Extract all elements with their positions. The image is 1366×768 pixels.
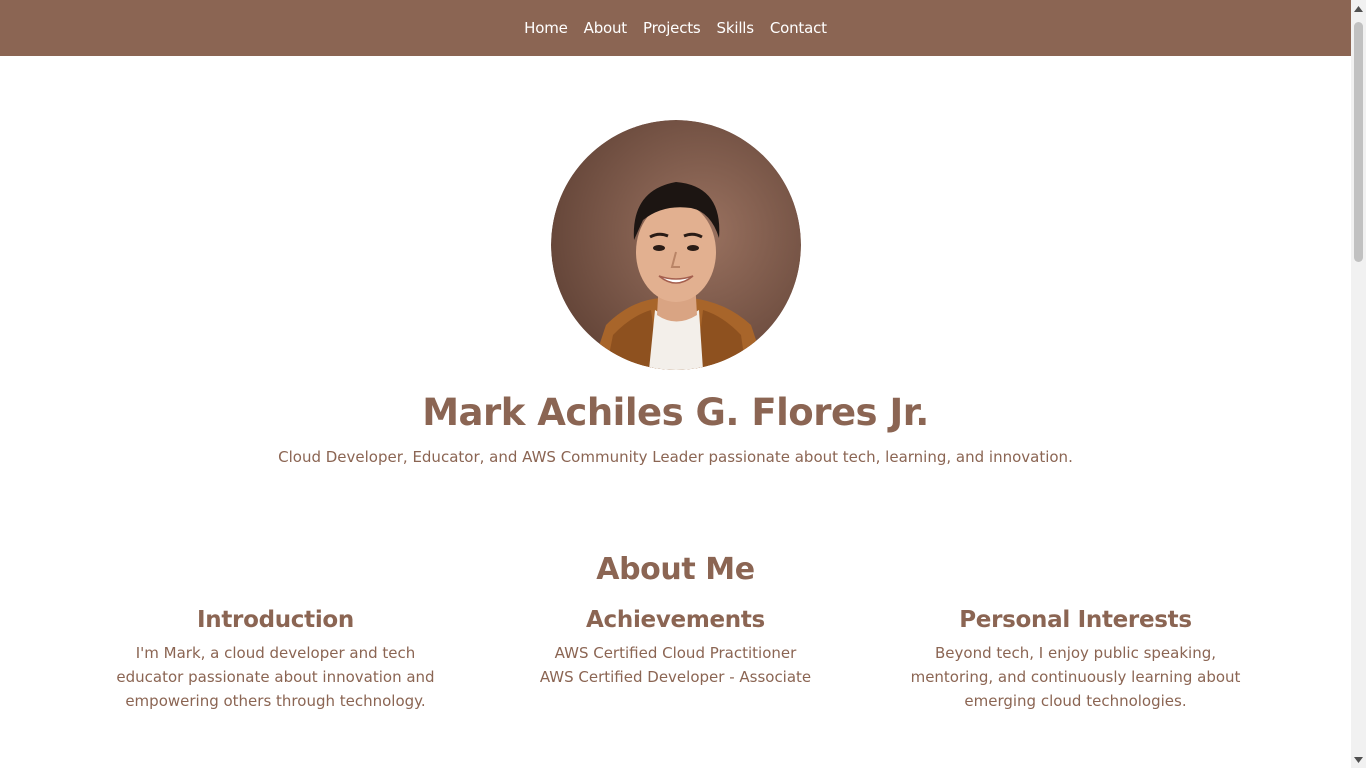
achievements-list: AWS Certified Cloud Practitioner AWS Cer… (506, 641, 846, 689)
interests-text: Beyond tech, I enjoy public speaking, me… (910, 644, 1241, 710)
intro-heading: Introduction (197, 607, 354, 633)
intro-text: I'm Mark, a cloud developer and tech edu… (116, 644, 435, 710)
triangle-up-icon[interactable] (1351, 0, 1366, 17)
profile-photo (550, 120, 801, 370)
achievements-heading: Achievements (586, 607, 765, 633)
about-intro-card: Introduction I'm Mark, a cloud developer… (106, 605, 446, 713)
about-interests-card: Personal Interests Beyond tech, I enjoy … (906, 605, 1246, 713)
browser-viewport: Home About Projects Skills Contact Mark … (0, 0, 1366, 768)
vertical-scrollbar[interactable] (1351, 0, 1366, 768)
about-title: About Me (596, 552, 755, 587)
top-navbar: Home About Projects Skills Contact (0, 0, 1351, 56)
scrollbar-thumb[interactable] (1354, 22, 1363, 262)
about-section: About Me Introduction I'm Mark, a cloud … (0, 550, 1351, 713)
interests-heading: Personal Interests (959, 607, 1192, 633)
about-achievements-card: Achievements AWS Certified Cloud Practit… (506, 605, 846, 713)
achievement-item: AWS Certified Cloud Practitioner (554, 644, 797, 662)
nav-about-link[interactable]: About (584, 19, 628, 37)
profile-name: Mark Achiles G. Flores Jr. (422, 391, 929, 434)
triangle-down-icon[interactable] (1351, 751, 1366, 768)
nav-home-link[interactable]: Home (524, 19, 568, 37)
about-columns: Introduction I'm Mark, a cloud developer… (106, 605, 1246, 713)
page: Home About Projects Skills Contact Mark … (0, 0, 1351, 768)
nav-projects-link[interactable]: Projects (643, 19, 701, 37)
hero-section: Mark Achiles G. Flores Jr. Cloud Develop… (0, 56, 1351, 468)
profile-tagline: Cloud Developer, Educator, and AWS Commu… (278, 448, 1073, 466)
nav-contact-link[interactable]: Contact (770, 19, 827, 37)
achievement-item: AWS Certified Developer - Associate (539, 668, 812, 686)
nav-skills-link[interactable]: Skills (717, 19, 755, 37)
